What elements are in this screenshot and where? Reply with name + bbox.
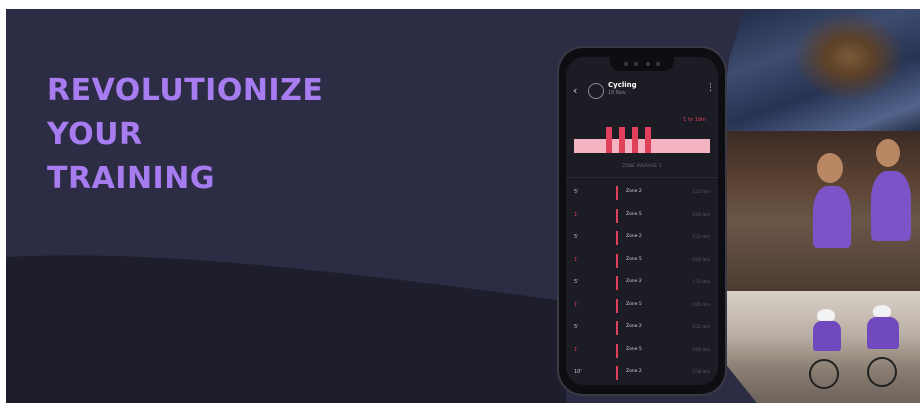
interval-zone: Zone 5 — [626, 211, 642, 217]
interval-time: 1:12 min — [692, 279, 710, 284]
interval-zone: Zone 2 — [626, 279, 642, 284]
interval-duration: 1' — [574, 256, 579, 263]
cyclists-photo — [721, 291, 920, 403]
activity-title: Cycling — [608, 81, 637, 89]
activity-date: 10 Nov — [608, 90, 626, 96]
interval-duration: 1' — [574, 346, 579, 353]
zone-chart: 1 hr 10m ZONE AVERAGE 3 — [574, 117, 710, 168]
interval-duration: 1' — [574, 301, 579, 308]
zone-marker — [616, 208, 618, 223]
interval-time: 2:30 min — [692, 369, 710, 374]
interval-row[interactable]: 1' Zone 5 0:45 min — [566, 206, 718, 229]
activity-header: ‹ Cycling 10 Nov ⋮ — [566, 77, 718, 105]
chart-caption: ZONE AVERAGE 3 — [622, 163, 662, 168]
more-vertical-icon[interactable]: ⋮ — [706, 83, 715, 93]
interval-zone: Zone 2 — [626, 189, 642, 194]
headline-line-2: YOUR — [47, 117, 143, 152]
swimmer-photo — [721, 9, 920, 134]
interval-zone: Zone 5 — [626, 301, 642, 307]
interval-row[interactable]: 5' Zone 2 1:12 min — [566, 183, 718, 206]
interval-row[interactable]: 5' Zone 2 1:12 min — [566, 228, 718, 251]
zone-bar — [606, 127, 612, 153]
chevron-left-icon[interactable]: ‹ — [573, 84, 577, 97]
zone-bar — [645, 127, 651, 153]
zone-bar — [632, 127, 638, 153]
chart-base-band — [574, 139, 710, 153]
interval-duration: 1' — [574, 211, 579, 218]
zone-marker — [616, 366, 618, 380]
zone-marker — [616, 343, 618, 358]
interval-duration: 10' — [574, 369, 582, 375]
zone-marker — [616, 186, 618, 200]
chart-max-label: 1 hr 10m — [683, 117, 706, 123]
interval-time: 0:45 min — [692, 211, 710, 217]
interval-time: 0:45 min — [692, 346, 710, 352]
zone-marker — [616, 253, 618, 268]
cycling-icon — [588, 83, 604, 99]
headline-line-1: REVOLUTIONIZE — [47, 73, 324, 108]
runners-photo — [721, 131, 920, 296]
interval-row[interactable]: 1' Zone 5 0:45 min — [566, 296, 718, 319]
interval-row[interactable]: 1' Zone 5 0:45 min — [566, 341, 718, 364]
zone-marker — [616, 321, 618, 335]
interval-time: 0:45 min — [692, 301, 710, 307]
interval-zone: Zone 2 — [626, 324, 642, 329]
interval-row[interactable]: 10' Zone 2 2:30 min — [566, 363, 718, 385]
interval-zone: Zone 5 — [626, 256, 642, 262]
zone-marker — [616, 298, 618, 313]
photo-collage — [721, 9, 920, 403]
zone-bar — [619, 127, 625, 153]
hero-banner: REVOLUTIONIZE YOUR TRAINING ‹ Cycling 10… — [6, 9, 920, 403]
interval-duration: 5' — [574, 324, 579, 330]
phone-notch — [610, 57, 674, 71]
headline: REVOLUTIONIZE YOUR TRAINING — [47, 69, 323, 201]
interval-zone: Zone 2 — [626, 234, 642, 239]
interval-row[interactable]: 1' Zone 5 0:45 min — [566, 251, 718, 274]
interval-duration: 5' — [574, 234, 579, 240]
interval-duration: 5' — [574, 189, 579, 195]
phone-screen: ‹ Cycling 10 Nov ⋮ 1 hr 10m ZONE AVERAGE… — [566, 57, 718, 385]
interval-duration: 5' — [574, 279, 579, 285]
interval-time: 0:45 min — [692, 256, 710, 262]
interval-time: 1:12 min — [692, 189, 710, 194]
interval-zone: Zone 2 — [626, 369, 642, 374]
zone-marker — [616, 231, 618, 245]
interval-list: 5' Zone 2 1:12 min 1' Zone 5 0:45 min 5'… — [566, 183, 718, 385]
divider — [566, 177, 718, 178]
phone-mockup: ‹ Cycling 10 Nov ⋮ 1 hr 10m ZONE AVERAGE… — [559, 48, 725, 394]
headline-line-3: TRAINING — [47, 161, 215, 196]
interval-row[interactable]: 5' Zone 2 1:12 min — [566, 273, 718, 296]
interval-row[interactable]: 5' Zone 2 1:12 min — [566, 318, 718, 341]
interval-time: 1:12 min — [692, 234, 710, 239]
interval-zone: Zone 5 — [626, 346, 642, 352]
zone-marker — [616, 276, 618, 290]
interval-time: 1:12 min — [692, 324, 710, 329]
